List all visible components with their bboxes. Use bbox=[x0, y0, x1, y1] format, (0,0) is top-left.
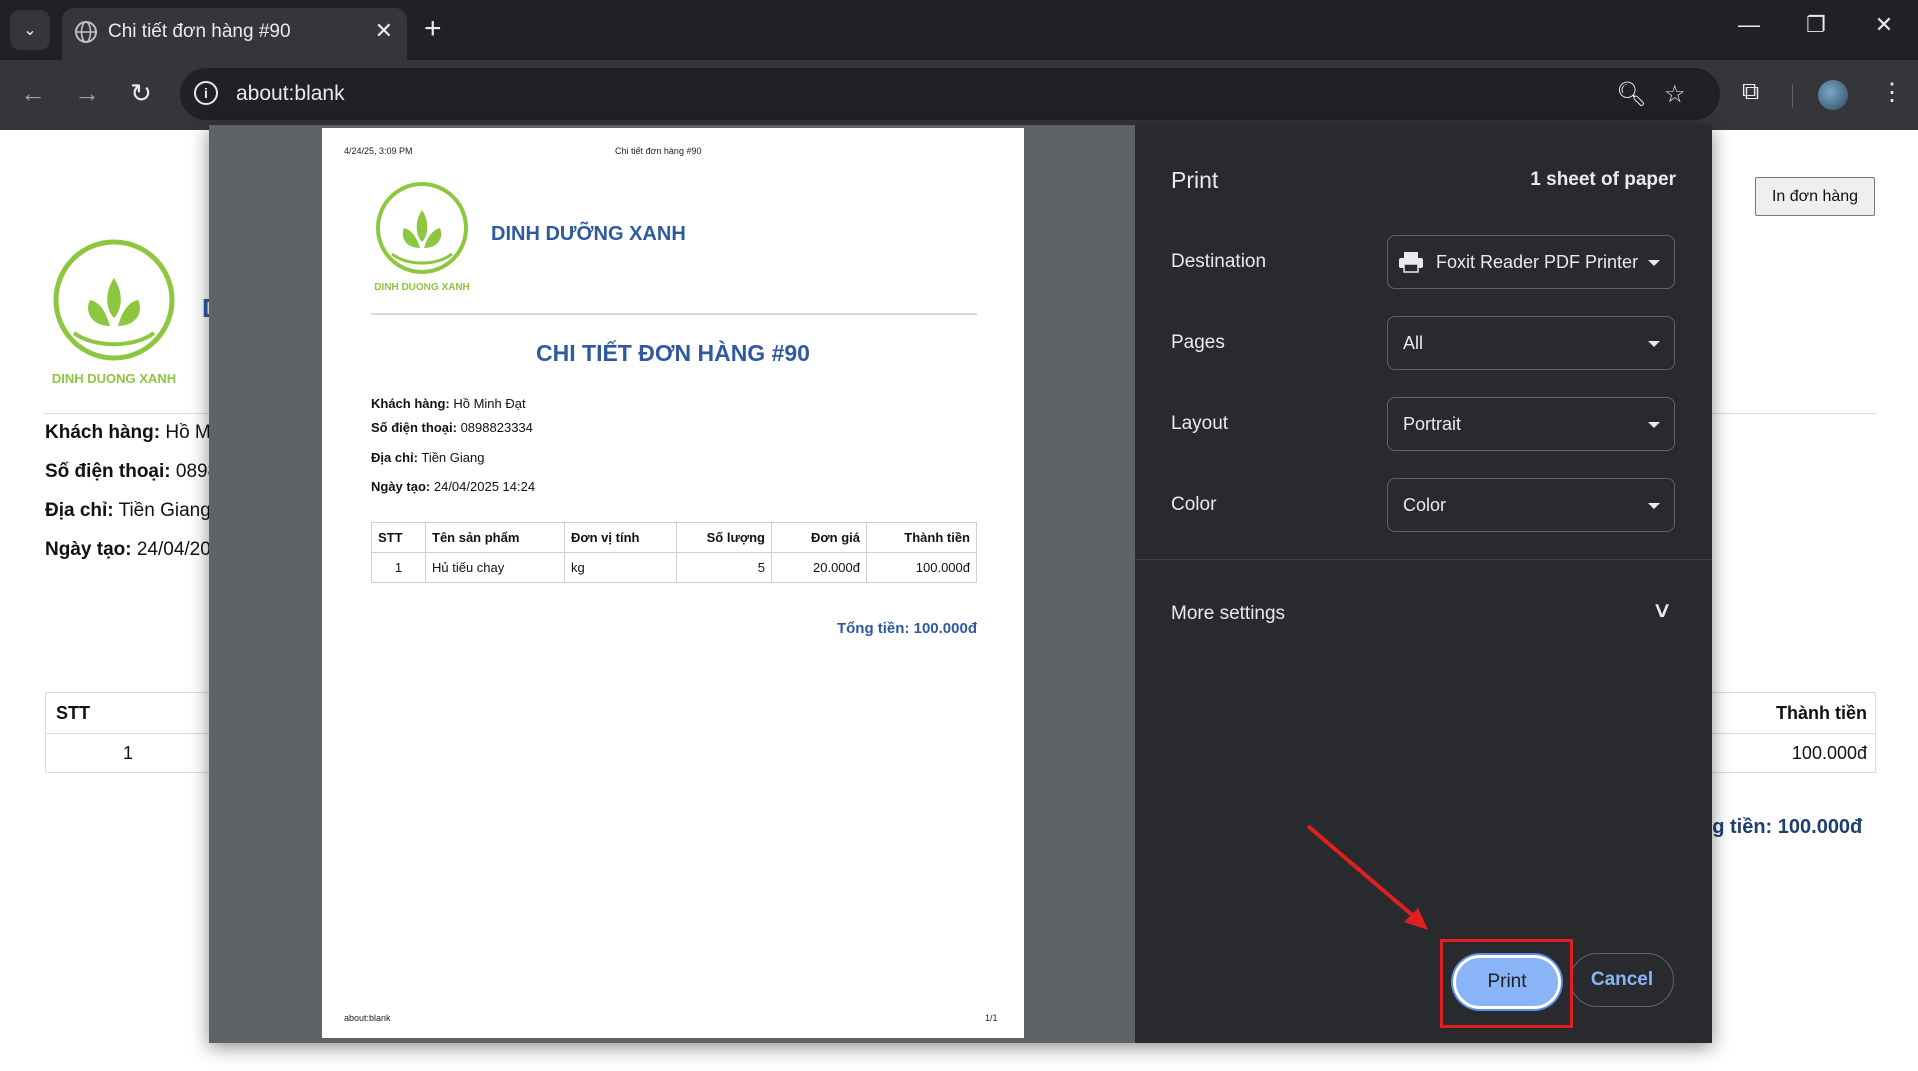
minimize-icon[interactable]: — bbox=[1734, 12, 1764, 38]
tab-bar: ⌄ Chi tiết đơn hàng #90 ✕ + — ❐ ✕ bbox=[0, 0, 1918, 60]
column-header: Thành tiền bbox=[866, 522, 977, 553]
preview-header-date: 4/24/25, 3:09 PM bbox=[344, 146, 413, 156]
column-header: STT bbox=[371, 522, 426, 553]
color-label: Color bbox=[1171, 494, 1217, 515]
browser-toolbar: ← → ↻ i about:blank 🔍︎ ☆ ⧉ ⋮ bbox=[0, 60, 1918, 130]
print-order-button[interactable]: In đơn hàng bbox=[1755, 177, 1875, 216]
preview-brand-name: DINH DƯỠNG XANH bbox=[491, 223, 686, 245]
column-header: Tên sản phẩm bbox=[425, 522, 565, 553]
color-value: Color bbox=[1403, 495, 1447, 515]
new-tab-button[interactable]: + bbox=[424, 12, 442, 46]
preview-footer-url: about:blank bbox=[344, 1013, 391, 1023]
preview-date-line: Ngày tạo: 24/04/2025 14:24 bbox=[371, 479, 536, 494]
layout-label: Layout bbox=[1171, 413, 1229, 434]
caret-down-icon bbox=[1648, 260, 1660, 266]
settings-divider bbox=[1135, 559, 1712, 560]
caret-down-icon bbox=[1648, 341, 1660, 347]
forward-icon[interactable]: → bbox=[72, 78, 102, 109]
preview-title: CHI TIẾT ĐƠN HÀNG #90 bbox=[536, 340, 810, 366]
svg-text:DINH DUONG XANH: DINH DUONG XANH bbox=[52, 371, 176, 386]
cancel-button[interactable]: Cancel bbox=[1570, 953, 1674, 1007]
profile-avatar[interactable] bbox=[1818, 80, 1848, 110]
destination-value: Foxit Reader PDF Printer bbox=[1436, 252, 1639, 272]
globe-icon bbox=[75, 21, 97, 43]
column-header-stt: STT bbox=[56, 703, 90, 723]
window-close-icon[interactable]: ✕ bbox=[1869, 12, 1899, 38]
layout-select[interactable]: Portrait bbox=[1387, 397, 1675, 451]
toolbar-divider bbox=[1792, 84, 1793, 108]
layout-value: Portrait bbox=[1403, 414, 1462, 434]
color-select[interactable]: Color bbox=[1387, 478, 1675, 532]
restore-icon[interactable]: ❐ bbox=[1801, 12, 1831, 38]
column-header-total: Thành tiền bbox=[1776, 703, 1867, 723]
preview-footer-page: 1/1 bbox=[985, 1013, 998, 1023]
column-header: Đơn giá bbox=[771, 522, 867, 553]
tab-search-button[interactable]: ⌄ bbox=[10, 10, 50, 50]
caret-down-icon bbox=[1648, 503, 1660, 509]
preview-brand-logo: DINH DUONG XANH bbox=[374, 182, 470, 293]
table-cell: kg bbox=[564, 552, 677, 583]
table-cell: 100.000đ bbox=[866, 552, 977, 583]
brand-logo: DINH DUONG XANH bbox=[52, 239, 176, 386]
preview-sheet: 4/24/25, 3:09 PM Chi tiết đơn hàng #90 D… bbox=[322, 128, 1024, 1038]
svg-text:DINH DUONG XANH: DINH DUONG XANH bbox=[374, 282, 470, 293]
table-cell: Hủ tiếu chay bbox=[425, 552, 565, 583]
column-header: Đơn vị tính bbox=[564, 522, 677, 553]
preview-header-title: Chi tiết đơn hàng #90 bbox=[615, 146, 702, 156]
back-icon[interactable]: ← bbox=[18, 78, 48, 109]
preview-total: Tổng tiền: 100.000đ bbox=[836, 620, 977, 637]
address-line: Địa chỉ: Tiền Giang bbox=[45, 500, 211, 521]
column-header: Số lượng bbox=[676, 522, 772, 553]
customer-line: Khách hàng: Hồ Mi bbox=[45, 422, 215, 443]
url-text[interactable]: about:blank bbox=[236, 82, 345, 106]
print-preview-area: 4/24/25, 3:09 PM Chi tiết đơn hàng #90 D… bbox=[209, 125, 1135, 1043]
table-cell: 20.000đ bbox=[771, 552, 867, 583]
close-icon[interactable]: ✕ bbox=[375, 18, 393, 44]
cell-total: 100.000đ bbox=[1791, 743, 1867, 763]
destination-select[interactable]: Foxit Reader PDF Printer bbox=[1387, 235, 1675, 289]
preview-customer-line: Khách hàng: Hồ Minh Đạt bbox=[371, 396, 526, 411]
printer-icon bbox=[1399, 252, 1423, 273]
print-dialog-title: Print bbox=[1171, 167, 1219, 193]
destination-label: Destination bbox=[1171, 251, 1267, 272]
pages-select[interactable]: All bbox=[1387, 316, 1675, 370]
bookmark-star-icon[interactable]: ☆ bbox=[1664, 80, 1686, 109]
pages-value: All bbox=[1403, 333, 1424, 353]
tab-active[interactable]: Chi tiết đơn hàng #90 ✕ bbox=[62, 8, 407, 60]
order-total: ng tiền: 100.000đ bbox=[1700, 816, 1863, 838]
table-cell: 1 bbox=[371, 552, 426, 583]
reload-icon[interactable]: ↻ bbox=[126, 78, 156, 109]
preview-phone-line: Số điện thoại: 0898823334 bbox=[371, 420, 533, 435]
sheet-count: 1 sheet of paper bbox=[1530, 169, 1676, 190]
site-info-icon[interactable]: i bbox=[194, 81, 218, 105]
caret-down-icon bbox=[1648, 422, 1660, 428]
extensions-icon[interactable]: ⧉ bbox=[1742, 78, 1759, 106]
print-dialog: 4/24/25, 3:09 PM Chi tiết đơn hàng #90 D… bbox=[209, 125, 1712, 1043]
menu-kebab-icon[interactable]: ⋮ bbox=[1880, 78, 1904, 107]
table-cell: 5 bbox=[676, 552, 772, 583]
zoom-icon[interactable]: 🔍︎ bbox=[1616, 80, 1646, 109]
more-settings-toggle[interactable]: More settings bbox=[1171, 603, 1285, 625]
address-bar[interactable]: i about:blank 🔍︎ ☆ bbox=[180, 68, 1720, 120]
preview-order-table: STT Tên sản phẩm Đơn vị tính Số lượng Đơ… bbox=[371, 522, 977, 583]
preview-divider bbox=[371, 313, 977, 315]
table-row: 1 Hủ tiếu chay kg 5 20.000đ 100.000đ bbox=[371, 552, 977, 583]
preview-address-line: Địa chỉ: Tiền Giang bbox=[371, 450, 485, 465]
chevron-down-icon[interactable]: ∨ bbox=[1651, 597, 1672, 623]
pages-label: Pages bbox=[1171, 332, 1225, 353]
cell-stt: 1 bbox=[123, 743, 134, 763]
phone-line: Số điện thoại: 0898 bbox=[45, 461, 219, 482]
chevron-down-icon: ⌄ bbox=[23, 22, 37, 39]
tab-title: Chi tiết đơn hàng #90 bbox=[108, 21, 291, 42]
annotation-arrow-icon bbox=[1306, 824, 1428, 930]
annotation-highlight-box bbox=[1440, 939, 1573, 1028]
date-line: Ngày tạo: 24/04/202 bbox=[45, 539, 222, 560]
